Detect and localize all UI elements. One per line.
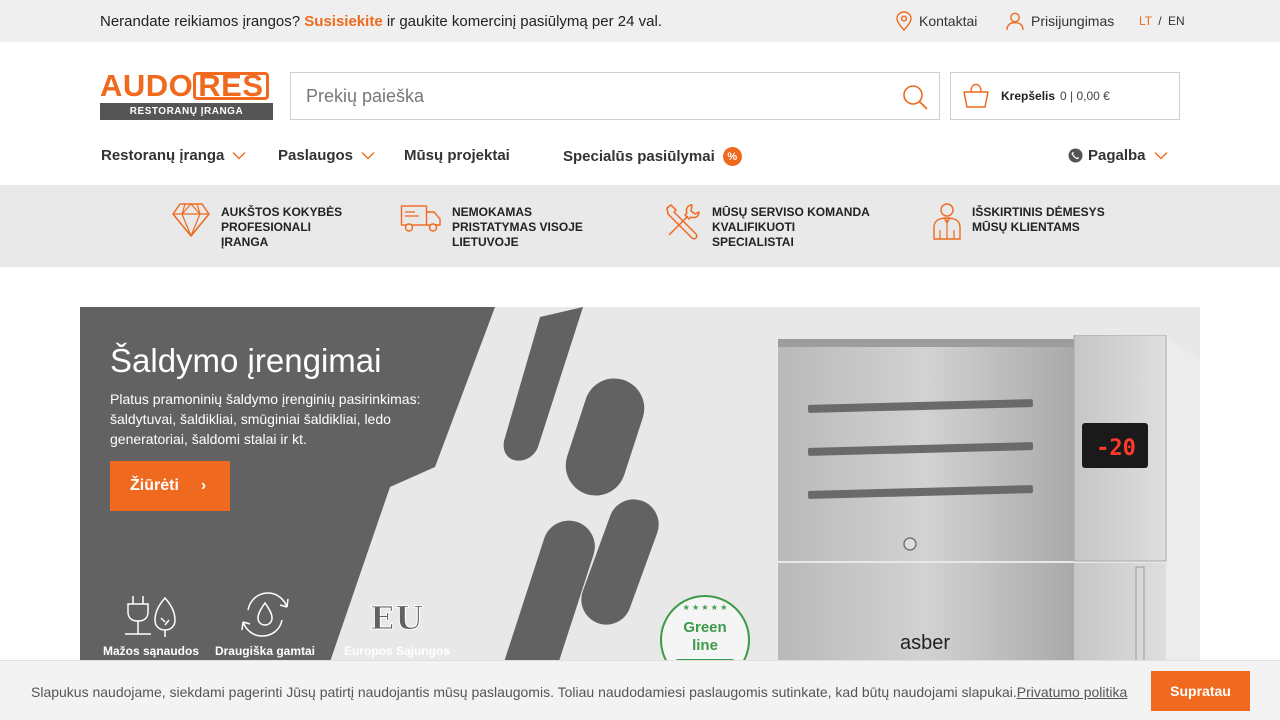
nav-label: Restoranų įranga bbox=[101, 147, 225, 164]
shopping-bag-icon bbox=[963, 83, 989, 108]
feature-item: IŠSKIRTINIS DĖMESYS MŪSŲ KLIENTAMS bbox=[932, 202, 1122, 240]
promo-text: Nerandate reikiamos įrangos? Susisiekite… bbox=[100, 13, 662, 30]
accept-cookies-button[interactable]: Supratau bbox=[1151, 671, 1250, 711]
badge-label: Draugiška gamtai bbox=[214, 644, 316, 658]
hero-badge-low-consumption: Mažos sąnaudos bbox=[96, 588, 206, 658]
nav-label: Specialūs pasiūlymai bbox=[563, 148, 715, 165]
search-icon[interactable] bbox=[901, 83, 929, 111]
cart-label: Krepšelis bbox=[1001, 89, 1056, 103]
site-logo[interactable]: AUDO RES RESTORANŲ ĮRANGA bbox=[100, 68, 273, 120]
logo-tagline: RESTORANŲ ĮRANGA bbox=[100, 103, 273, 120]
chevron-down-icon bbox=[1154, 152, 1168, 160]
lang-lt[interactable]: LT bbox=[1139, 14, 1152, 28]
badge-label: Mažos sąnaudos bbox=[102, 644, 200, 658]
user-icon bbox=[1006, 12, 1024, 31]
recycle-drop-icon bbox=[241, 592, 289, 637]
feature-item: MŪSŲ SERVISO KOMANDA KVALIFIKUOTI SPECIA… bbox=[664, 202, 872, 250]
features-strip: AUKŠTOS KOKYBĖS PROFESIONALI ĮRANGA NEMO… bbox=[0, 185, 1280, 267]
cookie-text: Slapukus naudojame, siekdami pagerinti J… bbox=[31, 684, 1017, 700]
contacts-label: Kontaktai bbox=[919, 13, 978, 29]
promo-prefix: Nerandate reikiamos įrangos? bbox=[100, 13, 301, 30]
eu-icon: EU bbox=[369, 599, 425, 638]
cookie-message: Slapukus naudojame, siekdami pagerinti J… bbox=[31, 684, 1127, 700]
top-bar: Nerandate reikiamos įrangos? Susisiekite… bbox=[0, 0, 1280, 42]
contacts-link[interactable]: Kontaktai bbox=[895, 11, 977, 31]
contact-us-link[interactable]: Susisiekite bbox=[304, 13, 382, 30]
cookie-banner: Slapukus naudojame, siekdami pagerinti J… bbox=[0, 660, 1280, 720]
feature-item: NEMOKAMAS PRISTATYMAS VISOJE LIETUVOJE bbox=[400, 202, 592, 250]
feature-text: AUKŠTOS KOKYBĖS PROFESIONALI ĮRANGA bbox=[221, 205, 343, 249]
eco-badge-line2: line bbox=[692, 637, 718, 654]
truck-icon bbox=[400, 205, 441, 232]
help-icon bbox=[1068, 148, 1083, 163]
view-button[interactable]: Žiūrėti › bbox=[110, 461, 230, 511]
language-switcher: LT / EN bbox=[1139, 14, 1185, 28]
percent-icon: % bbox=[722, 147, 742, 166]
hero-banner: Šaldymo įrengimai Platus pramoninių šald… bbox=[80, 307, 1200, 720]
search-input[interactable] bbox=[291, 73, 891, 119]
chevron-down-icon bbox=[361, 152, 375, 160]
hero-title: Šaldymo įrengimai bbox=[110, 342, 382, 379]
tools-icon bbox=[666, 204, 700, 240]
logo-accent: RES bbox=[193, 70, 269, 101]
hero-description: Platus pramoninių šaldymo įrenginių pasi… bbox=[110, 391, 421, 447]
logo-main: AUDO bbox=[100, 68, 194, 103]
view-button-label: Žiūrėti bbox=[130, 477, 179, 494]
nav-item-restaurant-equipment[interactable]: Restoranų įranga bbox=[101, 147, 246, 164]
feature-text: IŠSKIRTINIS DĖMESYS MŪSŲ KLIENTAMS bbox=[972, 205, 1105, 234]
feature-item: AUKŠTOS KOKYBĖS PROFESIONALI ĮRANGA bbox=[171, 202, 361, 250]
feature-text: NEMOKAMAS PRISTATYMAS VISOJE LIETUVOJE bbox=[452, 205, 583, 249]
login-link[interactable]: Prisijungimas bbox=[1005, 11, 1114, 31]
stars-icon: ★ ★ ★ ★ ★ bbox=[682, 603, 728, 612]
cart-summary: 0 | 0,00 € bbox=[1060, 89, 1110, 103]
lang-separator: / bbox=[1158, 14, 1162, 28]
lang-en[interactable]: EN bbox=[1168, 14, 1185, 28]
map-pin-icon bbox=[896, 11, 912, 31]
hero-badge-eco-friendly: Draugiška gamtai bbox=[210, 588, 320, 658]
feature-text: MŪSŲ SERVISO KOMANDA KVALIFIKUOTI SPECIA… bbox=[712, 205, 870, 249]
logo-wordmark: AUDO RES bbox=[100, 68, 269, 103]
nav-label: Mūsų projektai bbox=[404, 147, 510, 164]
nav-item-help[interactable]: Pagalba bbox=[1068, 147, 1168, 164]
plug-eco-icon bbox=[125, 596, 176, 637]
privacy-policy-link[interactable]: Privatumo politika bbox=[1017, 684, 1128, 700]
promo-suffix: ir gaukite komercinį pasiūlymą per 24 va… bbox=[386, 13, 662, 30]
temperature-display: -20 bbox=[1096, 436, 1136, 461]
eco-badge-line1: Green bbox=[683, 619, 727, 636]
diamond-icon bbox=[172, 203, 210, 237]
chevron-down-icon bbox=[232, 152, 246, 160]
main-nav: Restoranų įranga Paslaugos Mūsų projekta… bbox=[0, 140, 1280, 172]
login-label: Prisijungimas bbox=[1031, 13, 1115, 29]
person-icon bbox=[933, 203, 961, 240]
search-bar bbox=[290, 72, 940, 120]
chevron-right-icon: › bbox=[200, 477, 207, 494]
product-brand: asber bbox=[900, 632, 950, 654]
nav-label: Paslaugos bbox=[278, 147, 354, 164]
nav-label: Pagalba bbox=[1088, 147, 1146, 164]
nav-item-projects[interactable]: Mūsų projektai bbox=[404, 147, 510, 164]
cart-button[interactable]: Krepšelis 0 | 0,00 € bbox=[950, 72, 1180, 120]
nav-item-services[interactable]: Paslaugos bbox=[278, 147, 375, 164]
nav-item-special-offers[interactable]: Specialūs pasiūlymai % bbox=[563, 147, 742, 166]
